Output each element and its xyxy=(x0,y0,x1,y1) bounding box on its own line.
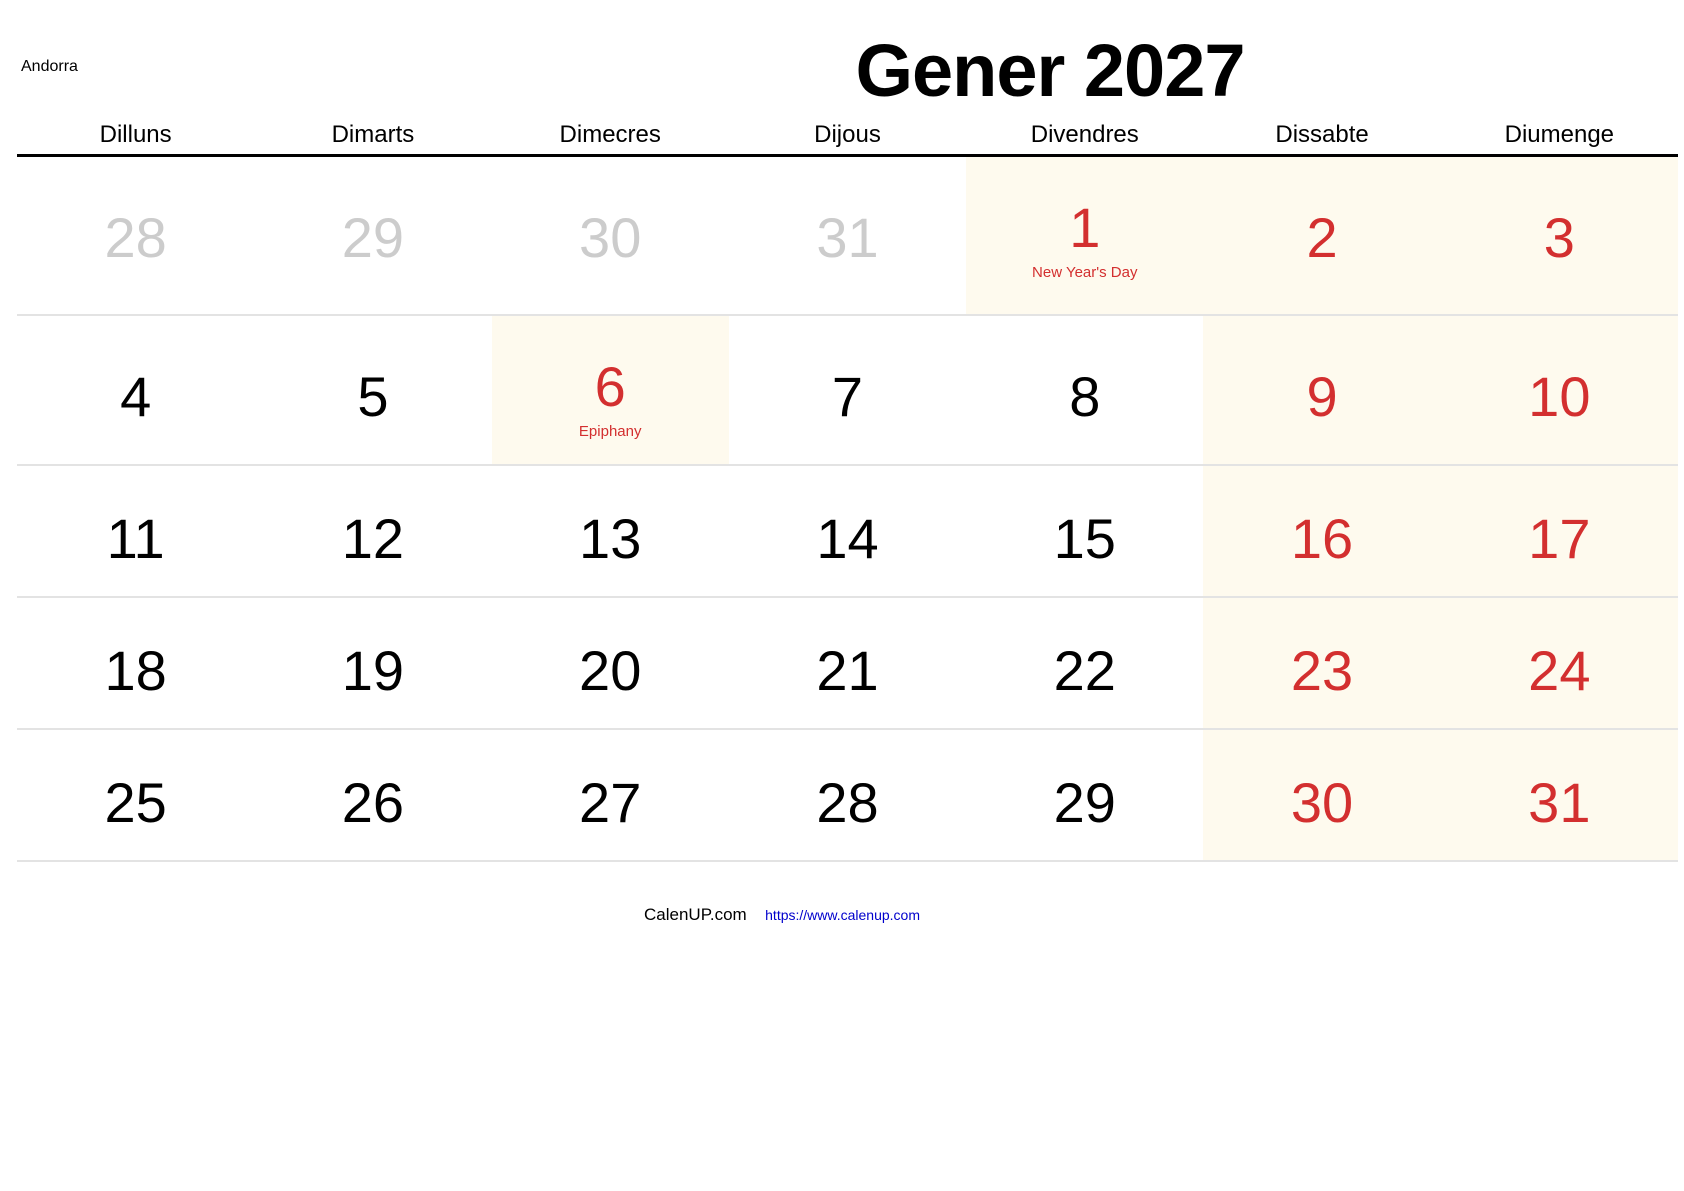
day-cell[interactable]: 24 xyxy=(1440,598,1678,728)
day-number: 28 xyxy=(104,206,167,269)
day-cell[interactable]: 6 Epiphany xyxy=(491,316,729,464)
month-year-title: Gener 2027 xyxy=(855,29,1245,112)
day-number: 12 xyxy=(341,507,405,570)
day-cell[interactable]: 3 xyxy=(1440,157,1678,314)
day-number: 5 xyxy=(357,365,389,428)
day-number: 31 xyxy=(1528,771,1591,834)
day-cell[interactable]: 1 New Year's Day xyxy=(966,157,1204,314)
day-cell[interactable]: 25 xyxy=(17,730,254,860)
day-number: 29 xyxy=(1053,771,1116,834)
day-cell[interactable]: 16 xyxy=(1203,466,1441,596)
day-cell[interactable]: 30 xyxy=(492,157,729,314)
footer-link[interactable]: https://www.calenup.com xyxy=(765,907,920,923)
day-number: 20 xyxy=(579,639,642,702)
day-number: 16 xyxy=(1290,507,1354,570)
weekday-label: Dilluns xyxy=(99,121,172,148)
day-number: 14 xyxy=(816,507,879,570)
day-cell[interactable]: 23 xyxy=(1203,598,1441,728)
day-cell[interactable]: 17 xyxy=(1440,466,1678,596)
day-cell[interactable]: 29 xyxy=(254,157,491,314)
day-cell[interactable]: 26 xyxy=(254,730,491,860)
day-number: 29 xyxy=(341,206,405,269)
day-number: 19 xyxy=(341,639,405,702)
weekday-header: Dilluns Dimarts Dimecres Dijous Divendres Dis… xyxy=(17,108,1678,157)
day-number: 13 xyxy=(579,507,642,570)
week-row: 25 26 27 28 29 30 31 xyxy=(17,730,1678,862)
footer: CalenUP.com https://www.calenup.com xyxy=(0,905,1684,925)
footer-brand: CalenUP.com xyxy=(644,905,747,924)
day-cell[interactable]: 2 xyxy=(1203,157,1441,314)
week-row: 18 19 20 21 22 23 24 xyxy=(17,598,1678,730)
day-cell[interactable]: 13 xyxy=(492,466,729,596)
day-cell[interactable]: 12 xyxy=(254,466,491,596)
calendar-grid: Dilluns Dimarts Dimecres Dijous Divendres Dis… xyxy=(17,108,1678,862)
day-number: 24 xyxy=(1528,639,1591,702)
holiday-name: Epiphany xyxy=(578,423,642,440)
week-row: 28 29 30 31 1 New Year's Day 2 3 xyxy=(17,157,1678,316)
day-number: 7 xyxy=(831,365,864,428)
weekday-label: Dimecres xyxy=(559,121,661,148)
day-number: 23 xyxy=(1290,639,1354,702)
day-number: 9 xyxy=(1306,365,1338,428)
day-cell[interactable]: 22 xyxy=(966,598,1203,728)
day-cell[interactable]: 29 xyxy=(966,730,1203,860)
day-number: 11 xyxy=(106,507,165,570)
day-cell[interactable]: 4 xyxy=(17,316,254,464)
day-number: 31 xyxy=(816,206,879,269)
day-number: 10 xyxy=(1528,365,1591,428)
day-number: 4 xyxy=(120,365,152,428)
day-number: 25 xyxy=(104,771,167,834)
day-cell[interactable]: 10 xyxy=(1440,316,1678,464)
day-cell[interactable]: 31 xyxy=(729,157,966,314)
day-cell[interactable]: 15 xyxy=(966,466,1203,596)
day-cell[interactable]: 18 xyxy=(17,598,254,728)
weekday-label: Dissabte xyxy=(1275,121,1369,148)
day-number: 15 xyxy=(1053,507,1116,570)
day-number: 28 xyxy=(816,771,879,834)
day-number: 27 xyxy=(579,771,642,834)
day-cell[interactable]: 8 xyxy=(966,316,1203,464)
day-number: 2 xyxy=(1306,206,1338,269)
weekday-label: Dimarts xyxy=(331,121,415,148)
day-cell[interactable]: 30 xyxy=(1203,730,1441,860)
day-cell[interactable]: 28 xyxy=(17,157,254,314)
day-cell[interactable]: 28 xyxy=(729,730,966,860)
day-number: 1 xyxy=(1069,196,1101,259)
weekday-label: Dijous xyxy=(814,121,881,148)
day-cell[interactable]: 20 xyxy=(492,598,729,728)
day-number: 22 xyxy=(1053,639,1116,702)
page-title: Gener 2027 xyxy=(0,28,1684,113)
day-number: 18 xyxy=(104,639,167,702)
week-row: 11 12 13 14 15 16 17 xyxy=(17,466,1678,598)
day-number: 30 xyxy=(1290,771,1354,834)
day-cell[interactable]: 31 xyxy=(1440,730,1678,860)
day-number: 6 xyxy=(594,355,626,418)
weekday-label: Diumenge xyxy=(1504,121,1615,148)
day-cell[interactable]: 11 xyxy=(17,466,254,596)
day-number: 3 xyxy=(1543,206,1575,269)
weekday-label: Divendres xyxy=(1030,121,1139,148)
day-number: 21 xyxy=(816,639,879,702)
day-number: 8 xyxy=(1069,365,1101,428)
day-number: 17 xyxy=(1528,507,1591,570)
day-cell[interactable]: 9 xyxy=(1203,316,1441,464)
day-cell[interactable]: 5 xyxy=(254,316,491,464)
day-cell[interactable]: 14 xyxy=(729,466,966,596)
day-cell[interactable]: 7 xyxy=(729,316,966,464)
calendar-weeks: 28 29 30 31 1 New Year's Day 2 3 4 5 6 Epiphany 7 8 9 1… xyxy=(17,157,1678,862)
day-number: 30 xyxy=(579,206,642,269)
holiday-name: New Year's Day xyxy=(1032,264,1138,281)
day-number: 26 xyxy=(341,771,405,834)
day-cell[interactable]: 19 xyxy=(254,598,491,728)
week-row: 4 5 6 Epiphany 7 8 9 10 xyxy=(17,316,1678,466)
day-cell[interactable]: 21 xyxy=(729,598,966,728)
day-cell[interactable]: 27 xyxy=(492,730,729,860)
